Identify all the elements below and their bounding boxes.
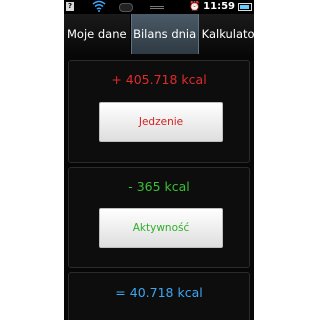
signal-icon-line	[150, 8, 164, 9]
food-button[interactable]: Jedzenie	[99, 102, 223, 142]
alarm-icon: ⏰	[188, 1, 201, 12]
tab-bar: Moje dane Bilans dnia Kalkulatory	[64, 14, 254, 54]
wifi-icon	[92, 0, 106, 12]
intake-panel: + 405.718 kcal Jedzenie	[68, 60, 250, 163]
balance-kcal-value: = 40.718 kcal	[115, 285, 203, 300]
balance-panel: = 40.718 kcal	[68, 272, 250, 320]
status-bar: ? ⏰ 11:59	[64, 0, 254, 14]
tab-bilans-dnia[interactable]: Bilans dnia	[130, 14, 199, 54]
notification-icon: ?	[66, 2, 74, 11]
status-right: ⏰ 11:59	[189, 1, 252, 13]
signal-icon	[150, 6, 164, 7]
activity-panel: - 365 kcal Aktywność	[68, 167, 250, 268]
app-screen: ? ⏰ 11:59 Moje dane Bilans dnia Kalkulat…	[64, 0, 254, 320]
tab-kalkulatory[interactable]: Kalkulatory	[198, 14, 254, 54]
activity-button[interactable]: Aktywność	[99, 208, 223, 248]
activity-kcal-value: - 365 kcal	[128, 179, 190, 194]
battery-icon	[238, 3, 252, 11]
clock-time: 11:59	[203, 1, 235, 12]
tab-moje-dane[interactable]: Moje dane	[64, 14, 131, 54]
intake-kcal-value: + 405.718 kcal	[111, 72, 207, 87]
sync-icon	[119, 3, 133, 12]
